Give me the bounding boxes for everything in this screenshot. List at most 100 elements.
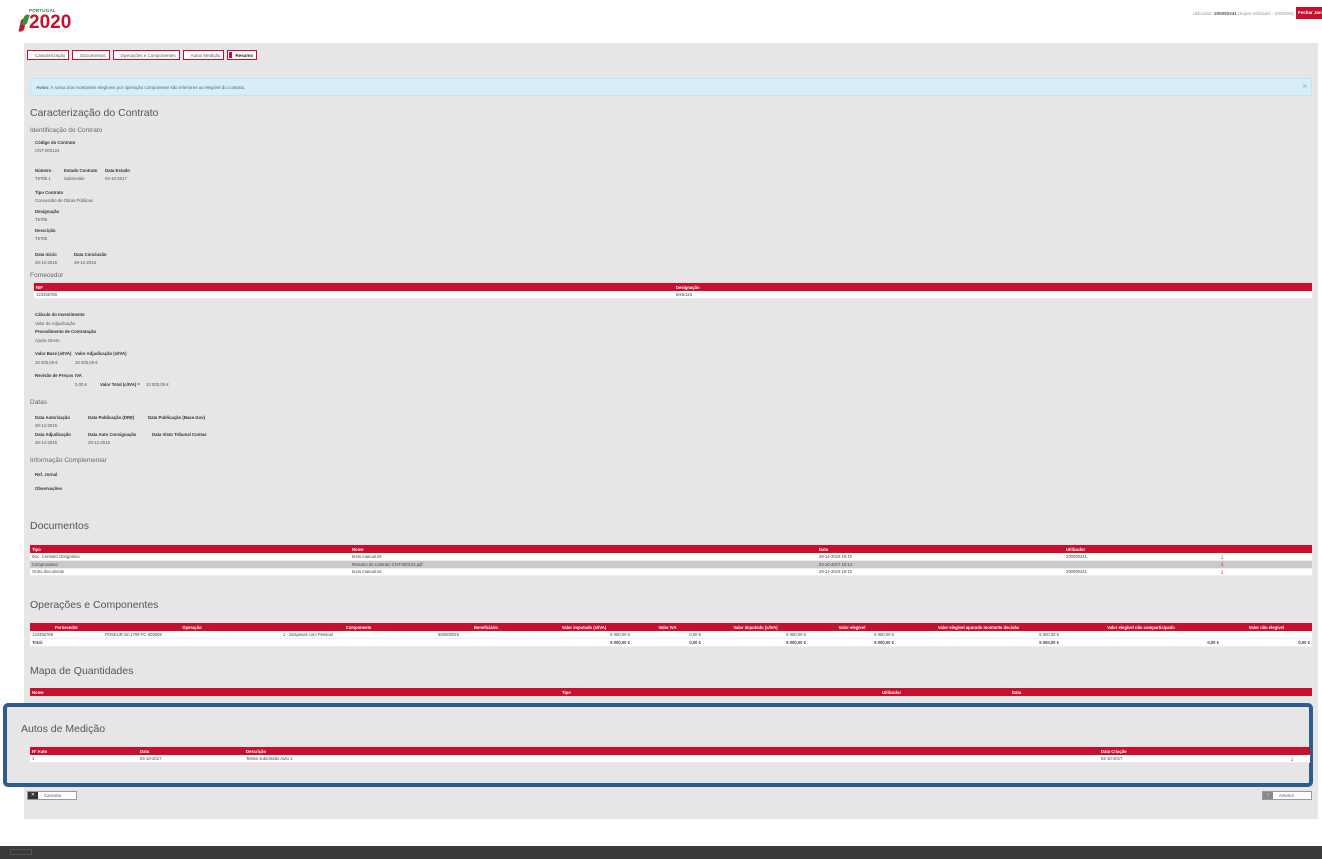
revisao-precos-label: Revisão de Preços [35,373,74,378]
warning-alert: Aviso: A soma dos montantes elegíveis po… [30,78,1312,96]
table-header: NIF Designação [34,283,1312,291]
fornecedor-table: NIF Designação 123456789 teste123 [34,283,1312,299]
data-autorizacao-label: Data Autorização [35,415,70,420]
data-conclusao-label: Data Conclusão [74,252,107,257]
tipo-contrato-value: Concessão de Obras Públicas [35,198,93,203]
table-cell: teste123 [674,291,1312,299]
tab-resumo[interactable]: Resumo [227,50,258,60]
table-row: 123456789 POSEUR-02-1708-FC-000009 1 - D… [30,631,1312,639]
section-title-documentos: Documentos [30,520,89,532]
column-header: Tipo [30,545,350,553]
download-icon[interactable]: ⤓ [1221,554,1223,560]
observacoes-label: Observações [35,486,62,491]
tab-operacoes-componentes[interactable]: Operações e Componentes [112,50,180,60]
tab-documentos[interactable]: Documentos [72,50,110,60]
column-header: Nome [350,545,817,553]
numero-value: T6785 1 [35,176,51,181]
column-header: Utilizador [1064,545,1219,553]
table-cell: texto manual.txt [350,568,817,576]
table-cell: 5 000,00 € [896,631,1061,639]
section-title-caracterizacao: Caracterização do Contrato [30,107,159,119]
codigo-label: Código do Contrato [35,140,76,145]
table-cell: texto manual.txt [350,553,817,561]
cancel-button[interactable]: ✕ Cancelar [27,791,77,800]
table-total-row: Total: 5 000,00 € 0,00 € 5 000,00 € 5 00… [30,638,1312,647]
table-header: Tipo Nome Data Utilizador [30,545,1312,553]
valor-adjudicacao-value: 10 000,00 € [75,360,98,365]
column-header: Valor elegível apurado montante decisão [896,623,1061,631]
column-header: Valor IVA [632,623,703,631]
table-cell: 0,00 € [1061,638,1221,647]
data-consignacao-value: 29-12-2016 [88,440,110,445]
alert-strong: Aviso: [36,85,50,90]
table-cell: 200000241 [1064,568,1219,576]
table-row: 1 04-10-2017 Testes submissão Auto 1 04-… [30,755,1310,763]
logout-button[interactable]: Fechar Janela [1296,7,1322,19]
user-id: 200000241 [1214,11,1237,16]
column-header: Valor imputado (s/IVA) [536,623,632,631]
table-header: Nome Tipo Utilizador Data [30,688,1312,696]
table-cell [1061,631,1221,639]
documentos-table: Tipo Nome Data Utilizador Doc. Contrato … [30,545,1312,576]
footer [0,846,1322,859]
logo-brand-big: 2020 [29,12,72,33]
user-label: Utilizador: [1192,11,1213,16]
table-cell: 0,00 € [632,631,703,639]
download-icon[interactable]: ⤓ [1291,756,1293,762]
tab-autos-medicao[interactable]: Autos Medição [182,50,225,60]
column-header: Operação [103,623,281,631]
column-header: Valor imputado (c/IVA) [703,623,808,631]
tipo-contrato-label: Tipo Contrato [35,190,64,195]
column-header: Descrição [244,747,1099,755]
table-cell: 5 000,00 € [808,631,896,639]
table-cell: 123456789 [30,631,103,639]
designacao-label: Designação [35,209,60,214]
alert-text: A soma dos montantes elegíveis por opera… [50,85,246,90]
previous-button-label: Anterior [1279,793,1295,798]
table-cell: 5 000,00 € [536,638,632,647]
table-cell [436,638,536,647]
table-cell: 04-10-2017 [138,755,244,763]
column-header: Beneficiário [436,623,536,631]
table-cell: Doc. Contrato Obrigatório [30,553,350,561]
footer-logo [10,849,32,855]
previous-button[interactable]: ‹ Anterior [1262,791,1312,800]
numero-label: Número [35,168,52,173]
procedimento-value: Ajuste Direto [35,338,60,343]
data-estado-label: Data Estado [105,168,130,173]
table-cell: Testes submissão Auto 1 [244,755,1099,763]
table-row: 123456789 teste123 [34,291,1312,299]
data-publicacao-base-label: Data Publicação (Base.Gov) [148,415,206,420]
autos-table: Nº Auto Data Descrição Data Criação 1 04… [30,747,1310,763]
section-title-mapa: Mapa de Quantidades [30,665,134,677]
tab-caracterizacao[interactable]: Caracterização [27,50,70,60]
portugal-2020-logo: PORTUGAL 2020 [18,8,78,34]
calculo-value: Valor de Adjudicação [35,321,76,326]
column-header: NIF [34,283,674,291]
column-header: Data [138,747,244,755]
descricao-label: Descrição [35,228,56,233]
table-cell: 29-12-2016 19:10 [817,568,1064,576]
table-cell-actions: ⤓ [1219,568,1312,576]
autos-medicao-highlight: Autos de Medição Nº Auto Data Descrição … [3,703,1313,787]
table-cell: Total: [30,638,103,647]
data-adjudicacao-label: Data Adjudicação [35,432,71,437]
table-row: Comprovativo Resumo do Contrato CNT-0001… [30,560,1312,569]
table-cell [1064,560,1219,569]
table-cell: 5 000,00 € [536,631,632,639]
section-title-autos: Autos de Medição [21,723,106,735]
estado-label: Estado Contrato [64,168,98,173]
iva-value: 0,00 € [75,382,87,387]
ref-jornal-label: Ref. Jornal [35,472,58,477]
download-icon[interactable]: ⤓ [1221,561,1223,567]
column-header: Nº Auto [30,747,138,755]
column-header: Tipo [560,688,880,696]
column-header-actions [1219,545,1312,553]
estado-value: Submetido [64,176,85,181]
close-icon[interactable]: × [1302,82,1307,91]
table-cell: 04-10-2017 [1099,755,1289,763]
table-cell [103,638,281,647]
table-cell: 5 000,00 € [808,638,896,647]
table-cell: 5 000,00 € [896,638,1061,647]
download-icon[interactable]: ⤓ [1221,569,1223,575]
